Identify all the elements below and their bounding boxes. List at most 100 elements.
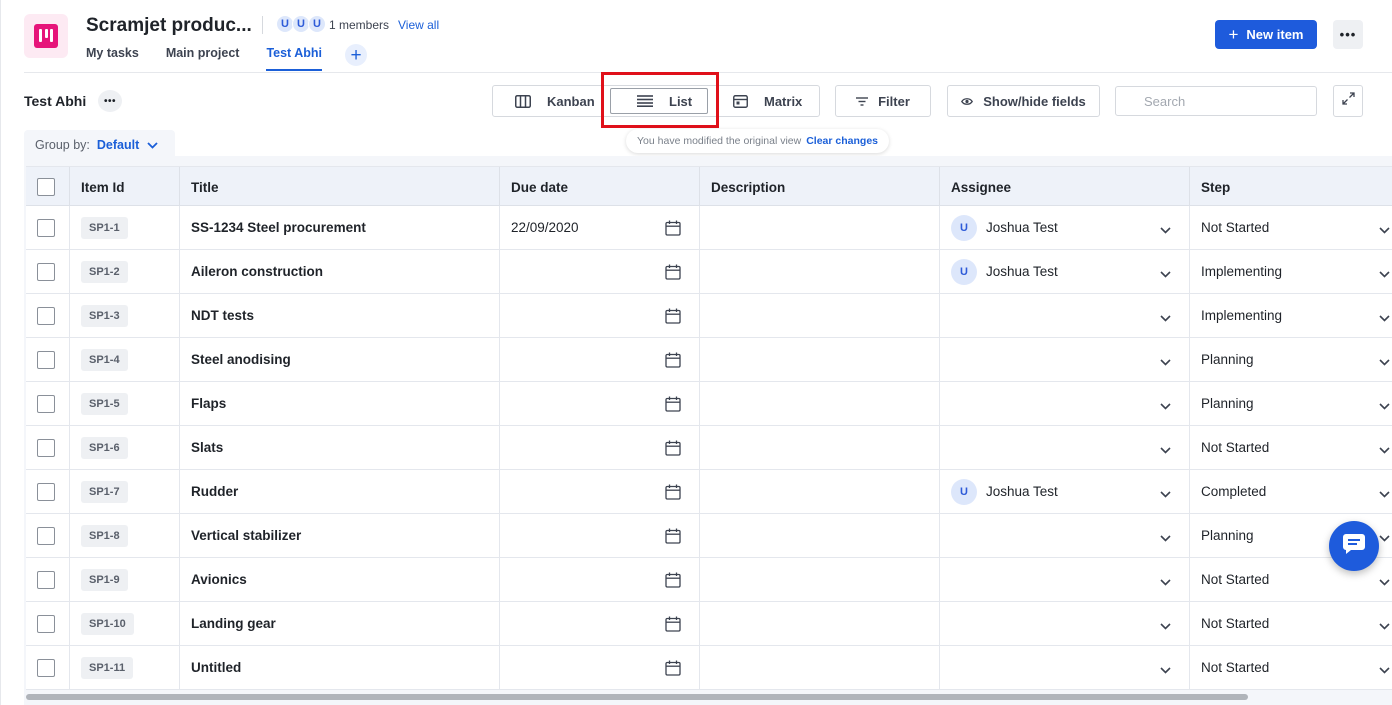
calendar-icon[interactable] [665, 264, 681, 283]
due-date-cell[interactable] [500, 250, 700, 293]
tab-test-abhi[interactable]: Test Abhi [266, 46, 322, 71]
add-tab-button[interactable]: + [345, 44, 367, 66]
title-cell[interactable]: Avionics [180, 558, 500, 601]
project-title[interactable]: Scramjet produc... [86, 15, 252, 37]
column-header-due-date[interactable]: Due date [500, 167, 700, 207]
assignee-cell[interactable] [940, 382, 1190, 425]
table-row[interactable]: SP1-4 Steel anodising Planning [26, 338, 1392, 382]
title-cell[interactable]: Aileron construction [180, 250, 500, 293]
item-id-badge[interactable]: SP1-11 [81, 656, 134, 679]
more-options-button[interactable]: ••• [1333, 20, 1363, 49]
description-cell[interactable] [700, 426, 940, 469]
assignee-cell[interactable] [940, 602, 1190, 645]
group-by-value[interactable]: Default [97, 138, 139, 152]
matrix-view-button[interactable]: Matrix [733, 86, 802, 116]
table-row[interactable]: SP1-8 Vertical stabilizer Planning [26, 514, 1392, 558]
calendar-icon[interactable] [665, 616, 681, 635]
description-cell[interactable] [700, 250, 940, 293]
chevron-down-icon[interactable] [1379, 574, 1390, 589]
title-cell[interactable]: SS-1234 Steel procurement [180, 206, 500, 249]
calendar-icon[interactable] [665, 308, 681, 327]
description-cell[interactable] [700, 294, 940, 337]
chevron-down-icon[interactable] [1379, 222, 1390, 237]
chevron-down-icon[interactable] [1379, 442, 1390, 457]
table-row[interactable]: SP1-11 Untitled Not Started [26, 646, 1392, 690]
view-all-link[interactable]: View all [398, 18, 439, 32]
chat-button[interactable] [1329, 521, 1379, 571]
item-id-badge[interactable]: SP1-3 [81, 304, 128, 327]
step-cell[interactable]: Not Started [1190, 646, 1392, 689]
table-row[interactable]: SP1-2 Aileron construction U Joshua Test Imp… [26, 250, 1392, 294]
step-cell[interactable]: Completed [1190, 470, 1392, 513]
due-date-cell[interactable] [500, 558, 700, 601]
due-date-cell[interactable] [500, 382, 700, 425]
due-date-cell[interactable] [500, 470, 700, 513]
table-row[interactable]: SP1-10 Landing gear Not Started [26, 602, 1392, 646]
due-date-cell[interactable]: 22/09/2020 [500, 206, 700, 249]
row-checkbox[interactable] [37, 218, 55, 237]
row-checkbox[interactable] [37, 350, 55, 369]
chevron-down-icon[interactable] [1160, 310, 1171, 325]
member-avatars[interactable]: U U U [276, 15, 326, 33]
due-date-cell[interactable] [500, 426, 700, 469]
chevron-down-icon[interactable] [1160, 266, 1171, 281]
item-id-badge[interactable]: SP1-2 [81, 260, 128, 283]
row-checkbox[interactable] [37, 306, 55, 325]
chevron-down-icon[interactable] [1160, 398, 1171, 413]
title-cell[interactable]: Steel anodising [180, 338, 500, 381]
assignee-cell[interactable] [940, 514, 1190, 557]
description-cell[interactable] [700, 646, 940, 689]
calendar-icon[interactable] [665, 440, 681, 459]
column-header-step[interactable]: Step [1190, 167, 1392, 207]
item-id-badge[interactable]: SP1-1 [81, 216, 128, 239]
view-more-button[interactable]: ••• [98, 90, 122, 112]
assignee-cell[interactable]: U Joshua Test [940, 470, 1190, 513]
chevron-down-icon[interactable] [1160, 486, 1171, 501]
assignee-cell[interactable] [940, 426, 1190, 469]
row-checkbox[interactable] [37, 614, 55, 633]
step-cell[interactable]: Not Started [1190, 602, 1392, 645]
row-checkbox[interactable] [37, 482, 55, 501]
tab-main-project[interactable]: Main project [166, 46, 240, 71]
row-checkbox[interactable] [37, 438, 55, 457]
table-row[interactable]: SP1-1 SS-1234 Steel procurement 22/09/2020… [26, 206, 1392, 250]
chevron-down-icon[interactable] [1379, 618, 1390, 633]
table-row[interactable]: SP1-5 Flaps Planning [26, 382, 1392, 426]
chevron-down-icon[interactable] [1379, 530, 1390, 545]
horizontal-scrollbar[interactable] [26, 694, 1248, 700]
due-date-cell[interactable] [500, 338, 700, 381]
calendar-icon[interactable] [665, 352, 681, 371]
row-checkbox[interactable] [37, 658, 55, 677]
item-id-badge[interactable]: SP1-7 [81, 480, 128, 503]
chevron-down-icon[interactable] [1160, 662, 1171, 677]
chevron-down-icon[interactable] [1379, 266, 1390, 281]
table-row[interactable]: SP1-9 Avionics Not Started [26, 558, 1392, 602]
item-id-badge[interactable]: SP1-8 [81, 524, 128, 547]
due-date-cell[interactable] [500, 514, 700, 557]
item-id-badge[interactable]: SP1-5 [81, 392, 128, 415]
step-cell[interactable]: Not Started [1190, 426, 1392, 469]
row-checkbox[interactable] [37, 526, 55, 545]
row-checkbox[interactable] [37, 570, 55, 589]
item-id-badge[interactable]: SP1-6 [81, 436, 128, 459]
calendar-icon[interactable] [665, 396, 681, 415]
search-input[interactable] [1115, 86, 1317, 116]
assignee-cell[interactable]: U Joshua Test [940, 206, 1190, 249]
show-hide-fields-button[interactable]: Show/hide fields [947, 85, 1100, 117]
assignee-cell[interactable] [940, 338, 1190, 381]
title-cell[interactable]: NDT tests [180, 294, 500, 337]
column-header-assignee[interactable]: Assignee [940, 167, 1190, 207]
calendar-icon[interactable] [665, 528, 681, 547]
title-cell[interactable]: Slats [180, 426, 500, 469]
row-checkbox[interactable] [37, 262, 55, 281]
description-cell[interactable] [700, 558, 940, 601]
table-row[interactable]: SP1-6 Slats Not Started [26, 426, 1392, 470]
table-row[interactable]: SP1-3 NDT tests Implementing [26, 294, 1392, 338]
table-row[interactable]: SP1-7 Rudder U Joshua Test Completed [26, 470, 1392, 514]
calendar-icon[interactable] [665, 484, 681, 503]
step-cell[interactable]: Implementing [1190, 250, 1392, 293]
kanban-view-button[interactable]: Kanban [515, 86, 595, 116]
assignee-cell[interactable] [940, 558, 1190, 601]
clear-changes-link[interactable]: Clear changes [806, 135, 878, 147]
item-id-badge[interactable]: SP1-10 [81, 612, 134, 635]
